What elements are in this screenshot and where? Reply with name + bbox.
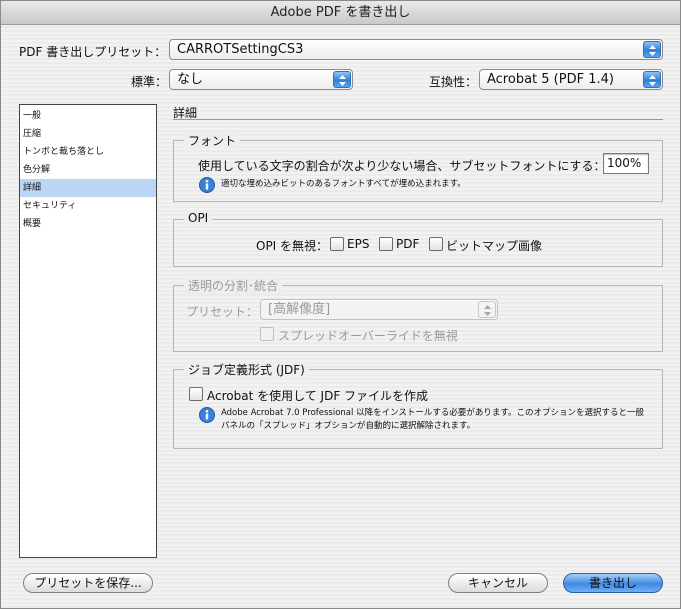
- sidebar-item-advanced[interactable]: 詳細: [20, 179, 156, 197]
- sidebar-item-security[interactable]: セキュリティ: [20, 197, 156, 215]
- font-group-title: フォント: [184, 132, 241, 149]
- category-sidebar: 一般 圧縮 トンボと裁ち落とし 色分解 詳細 セキュリティ 概要: [19, 104, 157, 558]
- jdf-info-line1: Adobe Acrobat 7.0 Professional 以降をインストール…: [221, 408, 645, 418]
- save-preset-button[interactable]: プリセットを保存...: [23, 573, 153, 593]
- jdf-group: ジョブ定義形式 (JDF) Acrobat を使用して JDF ファイルを作成 …: [173, 361, 663, 449]
- compat-label: 互換性：: [429, 75, 478, 89]
- sidebar-item-summary[interactable]: 概要: [20, 215, 156, 233]
- popup-arrows-icon: [333, 71, 351, 88]
- sidebar-item-general[interactable]: 一般: [20, 107, 156, 125]
- ignore-spread-override-checkbox[interactable]: [260, 327, 274, 341]
- font-group: フォント 使用している文字の割合が次より少ない場合、サブセットフォントにする： …: [173, 132, 663, 202]
- window-title: Adobe PDF を書き出し: [1, 1, 680, 25]
- export-button[interactable]: 書き出し: [563, 573, 663, 593]
- sidebar-item-output[interactable]: 色分解: [20, 161, 156, 179]
- opi-ignore-label: OPI を無視：: [256, 239, 329, 253]
- opi-group: OPI OPI を無視： EPS PDF ビットマップ画像: [173, 211, 663, 267]
- flattener-group: 透明の分割･統合 プリセット： [高解像度] スプレッドオーバーライドを無視: [173, 277, 663, 352]
- sidebar-item-compression[interactable]: 圧縮: [20, 125, 156, 143]
- opi-bitmap-label: ビットマップ画像: [446, 239, 543, 253]
- compat-popup[interactable]: Acrobat 5 (PDF 1.4): [479, 69, 663, 90]
- flattener-preset-value: [高解像度]: [268, 302, 331, 317]
- opi-group-title: OPI: [184, 211, 213, 225]
- section-divider: [173, 119, 663, 120]
- opi-eps-label: EPS: [347, 237, 370, 251]
- info-icon: [199, 177, 215, 193]
- font-info-text: 適切な埋め込みビットのあるフォントすべてが埋め込まれます。: [221, 179, 466, 189]
- flattener-group-title: 透明の分割･統合: [184, 277, 283, 294]
- jdf-info-line2: パネルの「スプレッド」オプションが自動的に選択解除されます。: [221, 421, 476, 431]
- popup-arrows-icon: [643, 71, 661, 88]
- opi-eps-checkbox[interactable]: [330, 237, 344, 251]
- create-jdf-checkbox[interactable]: [189, 387, 203, 401]
- popup-arrows-icon: [478, 301, 496, 318]
- flattener-preset-popup[interactable]: [高解像度]: [260, 299, 498, 320]
- preset-value: CARROTSettingCS3: [177, 42, 304, 57]
- info-icon: [199, 407, 215, 423]
- popup-arrows-icon: [643, 41, 661, 58]
- standard-label: 標準：: [131, 75, 168, 89]
- export-pdf-dialog: Adobe PDF を書き出し PDF 書き出しプリセット： CARROTSet…: [0, 0, 681, 609]
- opi-bitmap-checkbox[interactable]: [429, 237, 443, 251]
- jdf-group-title: ジョブ定義形式 (JDF): [184, 361, 309, 378]
- compat-value: Acrobat 5 (PDF 1.4): [487, 72, 614, 87]
- sidebar-item-marks-bleeds[interactable]: トンボと裁ち落とし: [20, 143, 156, 161]
- flattener-preset-label: プリセット：: [186, 305, 259, 319]
- subset-threshold-input[interactable]: 100%: [603, 153, 649, 174]
- preset-label: PDF 書き出しプリセット：: [19, 45, 167, 59]
- standard-popup[interactable]: なし: [169, 69, 353, 90]
- subset-label: 使用している文字の割合が次より少ない場合、サブセットフォントにする：: [198, 159, 606, 173]
- standard-value: なし: [177, 72, 204, 87]
- opi-pdf-checkbox[interactable]: [379, 237, 393, 251]
- preset-popup[interactable]: CARROTSettingCS3: [169, 39, 663, 60]
- ignore-spread-override-label: スプレッドオーバーライドを無視: [278, 329, 458, 343]
- create-jdf-label: Acrobat を使用して JDF ファイルを作成: [207, 389, 429, 403]
- cancel-button[interactable]: キャンセル: [448, 573, 548, 593]
- opi-pdf-label: PDF: [396, 237, 420, 251]
